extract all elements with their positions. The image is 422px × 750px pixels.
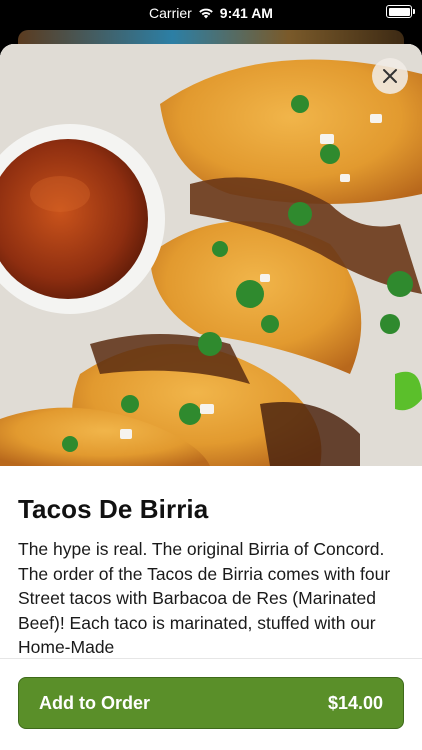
clock: 9:41 AM [219,5,273,21]
item-photo [0,44,422,466]
order-footer: Add to Order $14.00 [0,658,422,750]
item-title: Tacos De Birria [18,494,209,524]
item-description: The hype is real. The original Birria of… [18,539,391,657]
tacos-photo-illustration [0,44,422,466]
close-button[interactable] [372,58,408,94]
phone-screen: Carrier 9:41 AM Tacos De Birria The hype… [0,0,422,750]
wifi-icon [198,8,213,19]
item-detail-sheet: Tacos De Birria The hype is real. The or… [0,44,422,750]
status-bar: Carrier 9:41 AM [0,0,422,26]
close-icon [383,69,397,83]
add-to-order-button[interactable]: Add to Order $14.00 [18,677,404,729]
item-details: Tacos De Birria The hype is real. The or… [0,466,422,659]
status-center: Carrier 9:41 AM [149,5,273,21]
carrier-label: Carrier [149,5,192,21]
add-to-order-label: Add to Order [39,692,150,713]
battery-fill [388,7,410,16]
battery-icon [386,5,415,18]
item-price: $14.00 [327,692,383,713]
